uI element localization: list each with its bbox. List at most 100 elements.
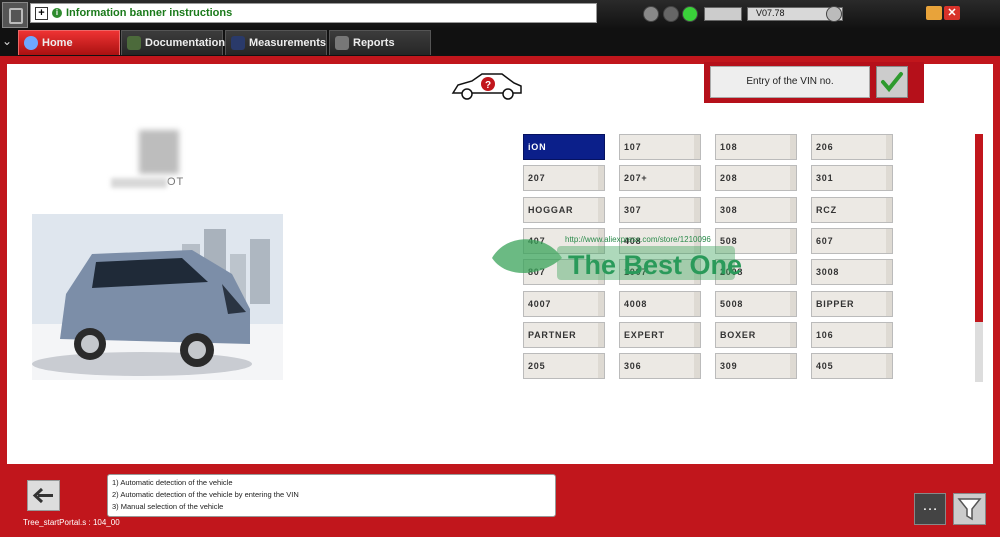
model-button-label: HOGGAR [528,204,574,215]
checkmark-icon [881,72,903,93]
tab-reports[interactable]: Reports [329,30,431,55]
close-button[interactable]: ✕ [944,6,960,20]
model-button[interactable]: EXPERT [619,321,701,348]
chevron-right-icon [886,291,892,316]
model-button-label: 807 [528,267,546,278]
back-button[interactable] [27,480,60,511]
model-button[interactable]: 207 [523,165,605,192]
model-button-label: 407 [528,235,546,246]
model-button[interactable]: 607 [811,227,893,254]
tab-measurements[interactable]: Measurements [225,30,327,55]
model-button-label: 108 [720,142,738,152]
filter-icon [957,498,982,521]
model-button[interactable]: 307 [619,196,701,223]
model-button-label: 309 [720,361,738,372]
model-button[interactable]: 4008 [619,290,701,317]
model-button-label: 301 [816,173,834,184]
title-bar: + i Information banner instructions V07.… [0,0,1000,28]
model-button[interactable]: 207+ [619,165,701,192]
chevron-right-icon [694,291,700,316]
watermark-url: http://www.aliexpress.com/store/1210096 [565,235,711,244]
model-button-label: BIPPER [816,298,855,309]
model-button[interactable]: 208 [715,165,797,192]
chevron-right-icon [790,166,796,191]
brand-emblem-icon [139,130,179,174]
model-button-label: 306 [624,361,642,372]
chevron-right-icon [694,322,700,347]
model-button-label: RCZ [816,204,837,215]
chevron-right-icon [886,354,892,379]
model-button-label: 205 [528,361,546,372]
tab-reports-label: Reports [353,37,395,49]
settings-knob-icon[interactable] [826,6,842,22]
expand-icon[interactable]: + [35,7,48,20]
reports-icon [335,36,349,50]
model-button[interactable]: 106 [811,321,893,348]
minimize-button[interactable] [926,6,942,20]
model-button[interactable]: 308 [715,196,797,223]
vin-entry-button[interactable]: Entry of the VIN no. [710,66,870,98]
chevron-down-icon[interactable]: ⌄ [2,34,12,48]
tab-documentation[interactable]: Documentation [121,30,226,55]
model-button-label: 405 [816,361,834,372]
chevron-right-icon [790,354,796,379]
model-button-label: 508 [720,235,738,246]
model-button[interactable]: 4007 [523,290,605,317]
model-button-label: 206 [816,142,834,152]
model-button-label: BOXER [720,329,757,340]
steps-info-box: 1) Automatic detection of the vehicle 2)… [107,474,556,517]
model-list-scrollbar[interactable] [975,134,983,382]
model-button-label: 207 [528,173,546,184]
model-button[interactable]: 206 [811,134,893,160]
chevron-right-icon [886,260,892,285]
model-button[interactable]: HOGGAR [523,196,605,223]
model-button[interactable]: 309 [715,353,797,380]
model-button[interactable]: 107 [619,134,701,160]
model-button-label: iON [528,142,547,152]
model-button[interactable]: 108 [715,134,797,160]
vin-confirm-button[interactable] [876,66,908,98]
model-button[interactable]: 301 [811,165,893,192]
model-button[interactable]: 205 [523,353,605,380]
arrow-left-icon [32,487,53,504]
tab-home[interactable]: Home [18,30,120,55]
chevron-right-icon [886,228,892,253]
model-button[interactable]: RCZ [811,196,893,223]
chevron-right-icon [694,354,700,379]
home-tray-icon[interactable] [663,6,679,22]
filter-button[interactable] [953,493,986,525]
vehicle-photo [32,214,283,380]
model-button[interactable]: PARTNER [523,321,605,348]
model-button-label: 4008 [624,298,648,309]
tab-documentation-label: Documentation [145,37,226,49]
model-button[interactable]: BIPPER [811,290,893,317]
vehicle-help-icon[interactable]: ? [450,71,524,101]
svg-text:?: ? [485,80,491,91]
step-item: 2) Automatic detection of the vehicle by… [112,490,299,499]
model-button[interactable]: 405 [811,353,893,380]
chevron-right-icon [886,166,892,191]
model-button[interactable]: 5008 [715,290,797,317]
chevron-right-icon [598,354,604,379]
model-button[interactable]: iON [523,134,605,160]
model-button-label: EXPERT [624,329,665,340]
chevron-right-icon [694,166,700,191]
tab-measurements-label: Measurements [249,37,327,49]
model-button-label: 307 [624,204,642,215]
model-button[interactable]: BOXER [715,321,797,348]
chevron-right-icon [886,322,892,347]
chevron-right-icon [790,322,796,347]
brand-logo: OT [111,130,199,190]
step-item: 3) Manual selection of the vehicle [112,502,224,511]
brand-wordmark [111,178,167,188]
model-button-label: 607 [816,235,834,246]
scrollbar-thumb[interactable] [975,134,983,322]
info-icon: i [52,8,62,18]
model-button-label: 106 [816,329,834,340]
more-options-button[interactable]: … [914,493,946,525]
model-button[interactable]: 306 [619,353,701,380]
model-button[interactable]: 3008 [811,259,893,286]
banner-text: Information banner instructions [66,7,233,19]
vehicle-connect-icon[interactable] [643,6,659,22]
connection-status-icon [682,6,698,22]
